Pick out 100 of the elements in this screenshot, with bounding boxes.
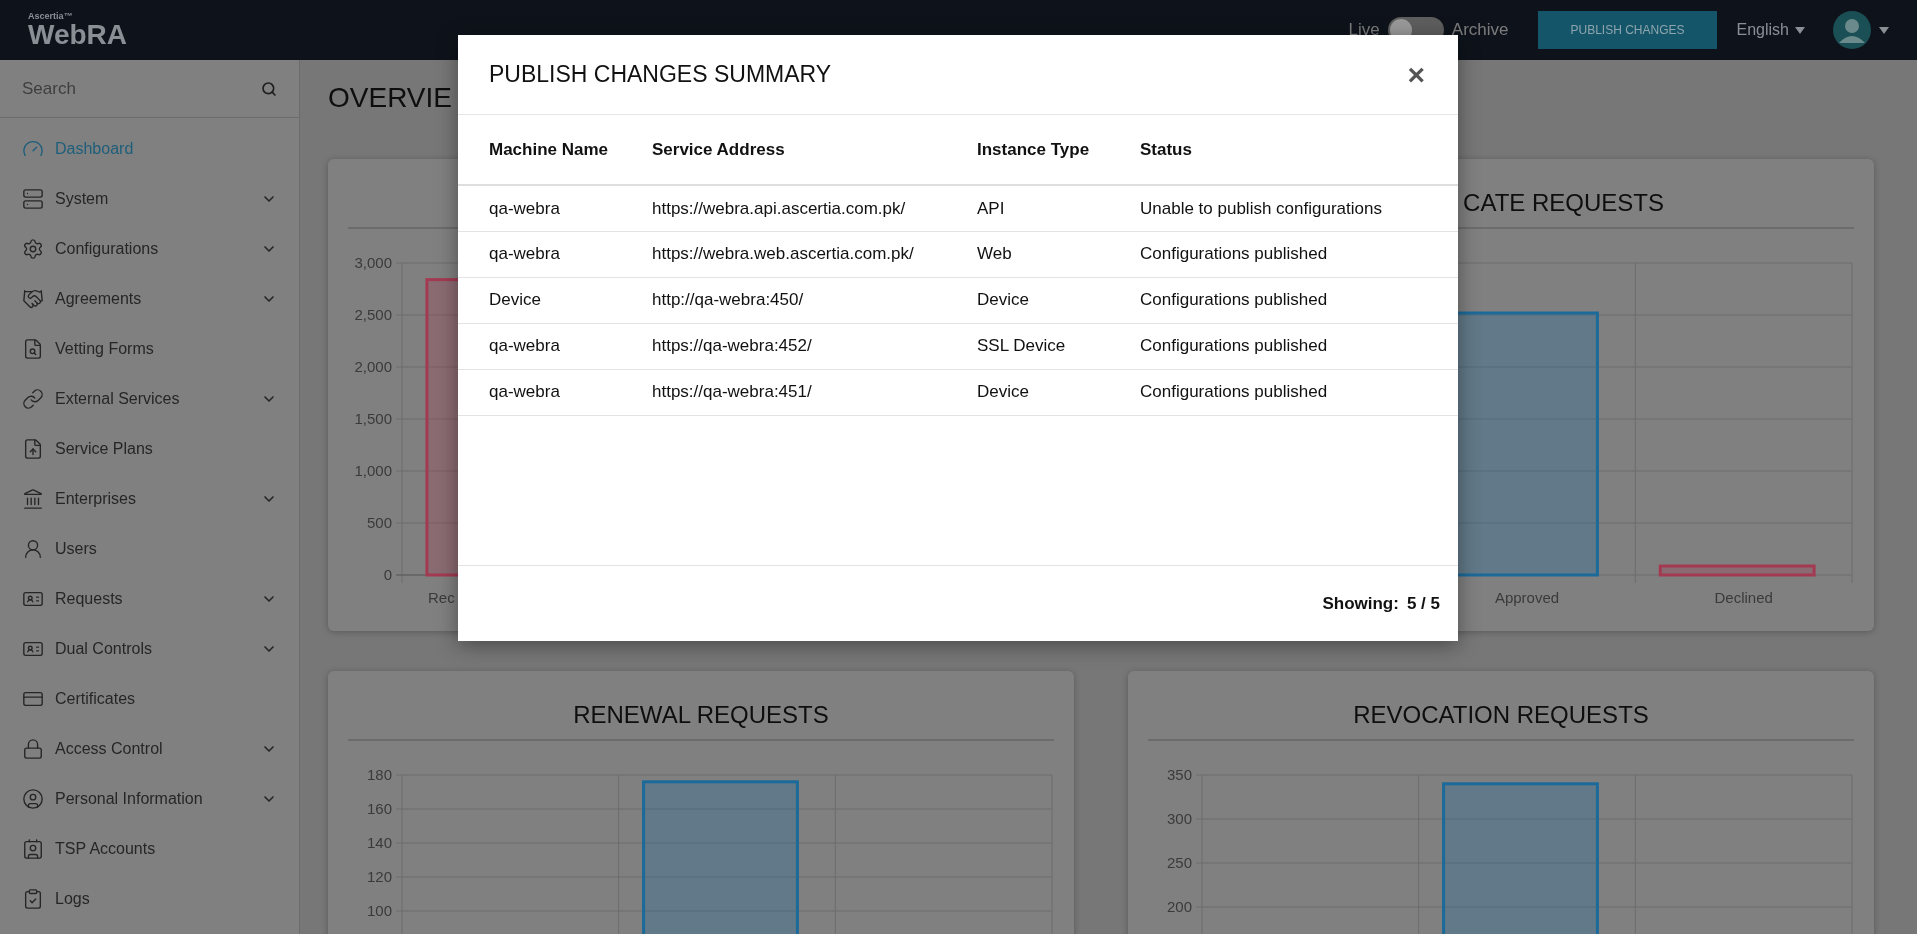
sidebar-item[interactable]: Agreements <box>0 274 299 324</box>
toggle-label: Archive <box>1451 19 1509 42</box>
sidebar-item[interactable]: Access Control <box>0 724 299 774</box>
table-cell: Configurations published <box>1140 277 1458 323</box>
y-tick-label: 180 <box>366 766 392 783</box>
y-tick-label: 500 <box>366 514 392 531</box>
sidebar-item[interactable]: Vetting Forms <box>0 324 299 374</box>
column-header: Service Address <box>652 115 977 185</box>
table-cell: Unable to publish configurations <box>1140 185 1458 231</box>
footer-count: 5 / 5 <box>1406 592 1440 615</box>
y-tick-label: 1,000 <box>354 462 392 479</box>
sidebar-item[interactable]: Dual Controls <box>0 624 299 674</box>
sidebar-item-label: Vetting Forms <box>55 339 155 359</box>
table-cell: qa-webra <box>458 231 652 277</box>
sidebar-item-label: Requests <box>55 589 124 609</box>
sidebar-item-label: Users <box>55 539 98 559</box>
sidebar-item-label: Dual Controls <box>55 639 153 659</box>
brand-logo: WebRA <box>28 20 128 49</box>
y-tick-label: 2,000 <box>354 358 392 375</box>
avatar-icon <box>1833 11 1871 49</box>
sidebar-item-label: Configurations <box>55 239 160 259</box>
user-circle-icon <box>22 788 44 810</box>
sidebar-item-label: Service Plans <box>55 439 154 459</box>
x-axis-label: Declined <box>1714 589 1773 606</box>
column-header: Machine Name <box>458 115 652 185</box>
sidebar-item-label: Dashboard <box>55 139 135 159</box>
clipboard-check-icon <box>22 888 44 910</box>
y-tick-label: 0 <box>383 566 392 583</box>
y-tick-label: 160 <box>366 800 392 817</box>
sidebar-item[interactable]: System <box>0 174 299 224</box>
table-cell: Device <box>977 277 1140 323</box>
x-axis-label: Approved <box>1494 589 1560 606</box>
caret-icon <box>1795 26 1805 34</box>
bank-building-icon <box>22 488 44 510</box>
chart-title: REVOCATION REQUESTS <box>1353 700 1649 730</box>
sidebar-item-label: Personal Information <box>55 789 204 809</box>
table-cell: qa-webra <box>458 323 652 369</box>
upload-document-icon <box>22 438 44 460</box>
sidebar-item[interactable]: Requests <box>0 574 299 624</box>
sidebar-item-label: Access Control <box>55 739 164 759</box>
link-icon <box>22 388 44 410</box>
table-cell: Configurations published <box>1140 369 1458 415</box>
sidebar-item[interactable]: Enterprises <box>0 474 299 524</box>
sidebar-item[interactable]: Certificates <box>0 674 299 724</box>
table-cell: SSL Device <box>977 323 1140 369</box>
page-title: OVERVIE <box>328 81 453 115</box>
table-cell: https://webra.web.ascertia.com.pk/ <box>652 231 977 277</box>
table-cell: qa-webra <box>458 185 652 231</box>
search-field[interactable]: Search <box>22 75 261 102</box>
table-cell: Device <box>458 277 652 323</box>
gear-icon <box>22 238 44 260</box>
close-button[interactable]: × <box>1405 59 1427 90</box>
sidebar-item-label: TSP Accounts <box>55 839 157 859</box>
table-cell: Device <box>977 369 1140 415</box>
language-dropdown[interactable]: English <box>1736 18 1805 42</box>
y-tick-label: 120 <box>366 868 392 885</box>
table-cell: qa-webra <box>458 369 652 415</box>
sidebar-item[interactable]: External Services <box>0 374 299 424</box>
x-axis-label: Rec <box>428 589 455 606</box>
y-tick-label: 1,500 <box>354 410 392 427</box>
y-tick-label: 200 <box>1166 898 1192 915</box>
column-header: Status <box>1140 115 1458 185</box>
table-cell: API <box>977 185 1140 231</box>
table-cell: Configurations published <box>1140 323 1458 369</box>
modal-title: PUBLISH CHANGES SUMMARY <box>489 60 832 90</box>
table-cell: https://qa-webra:452/ <box>652 323 977 369</box>
publish-changes-button[interactable]: PUBLISH CHANGES <box>1538 11 1717 49</box>
sidebar-item[interactable]: Users <box>0 524 299 574</box>
sidebar-item-label: External Services <box>55 389 181 409</box>
sidebar-item-label: System <box>55 189 110 209</box>
table-cell: https://qa-webra:451/ <box>652 369 977 415</box>
contact-card-icon <box>22 838 44 860</box>
search-icon <box>261 80 277 97</box>
sidebar-item[interactable]: TSP Accounts <box>0 824 299 874</box>
caret-icon <box>1879 26 1889 34</box>
sidebar-item[interactable]: Configurations <box>0 224 299 274</box>
y-tick-label: 3,000 <box>354 254 392 271</box>
chart-title: RENEWAL REQUESTS <box>573 700 829 730</box>
chart-title: CATE REQUESTS <box>1463 188 1664 218</box>
user-icon <box>22 538 44 560</box>
table-cell: Configurations published <box>1140 231 1458 277</box>
sidebar-item[interactable]: Personal Information <box>0 774 299 824</box>
sidebar-item[interactable]: Service Plans <box>0 424 299 474</box>
server-icon <box>22 188 44 210</box>
sidebar-item-label: Logs <box>55 889 91 909</box>
sidebar-item[interactable]: Logs <box>0 874 299 924</box>
sidebar-item-label: Certificates <box>55 689 137 709</box>
y-tick-label: 100 <box>366 902 392 919</box>
avatar-button[interactable] <box>1833 11 1889 49</box>
document-search-icon <box>22 338 44 360</box>
y-tick-label: 2,500 <box>354 306 392 323</box>
brand-tagline: Ascertia™ <box>28 11 74 21</box>
table-cell: Web <box>977 231 1140 277</box>
sidebar-item-label: Enterprises <box>55 489 137 509</box>
column-header: Instance Type <box>977 115 1140 185</box>
sidebar-item-label: Agreements <box>55 289 143 309</box>
y-tick-label: 350 <box>1166 766 1192 783</box>
toggle-label: Live <box>1348 19 1380 42</box>
lock-icon <box>22 738 44 760</box>
table-cell: http://qa-webra:450/ <box>652 277 977 323</box>
